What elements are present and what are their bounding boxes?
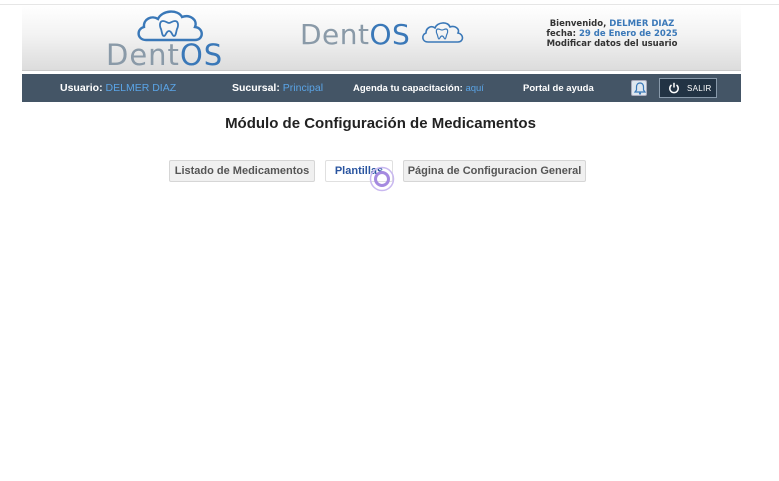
- date-line: fecha: 29 de Enero de 2025: [546, 29, 678, 39]
- branch-value: Principal: [282, 82, 324, 94]
- logout-label: SALIR: [687, 84, 712, 93]
- training-schedule: Agenda tu capacitación: aquí: [353, 83, 484, 94]
- brand-wordmark-left: DentOS: [106, 38, 224, 72]
- top-navbar: Usuario: DELMER DIAZ Sucursal: Principal…: [22, 74, 741, 102]
- logout-button[interactable]: SALIR: [659, 78, 717, 98]
- edit-user-link[interactable]: Modificar datos del usuario: [547, 39, 678, 49]
- cloud-tooth-icon: [422, 22, 464, 43]
- welcome-line: Bienvenido, DELMER DIAZ: [549, 19, 675, 29]
- training-link[interactable]: aquí: [465, 83, 484, 94]
- app-frame: DentOS DentOS Bienvenido, DELMER DIAZ fe…: [22, 5, 741, 102]
- user-value: DELMER DIAZ: [105, 82, 177, 94]
- click-indicator: [369, 166, 395, 192]
- brand-logo-center: DentOS: [300, 18, 490, 58]
- bell-icon: [634, 82, 646, 95]
- current-date: 29 de Enero de 2025: [578, 29, 678, 39]
- brand-logo-left[interactable]: DentOS: [106, 9, 236, 72]
- branch-info: Sucursal: Principal: [232, 82, 324, 94]
- tab-general-settings[interactable]: Página de Configuracion General: [403, 160, 586, 182]
- welcome-user-name: DELMER DIAZ: [609, 19, 675, 29]
- user-info: Usuario: DELMER DIAZ: [60, 82, 177, 94]
- notifications-button[interactable]: [631, 80, 647, 96]
- header-banner: DentOS DentOS Bienvenido, DELMER DIAZ fe…: [22, 5, 741, 72]
- welcome-block: Bienvenido, DELMER DIAZ fecha: 29 de Ene…: [502, 19, 722, 49]
- tab-medication-list[interactable]: Listado de Medicamentos: [169, 160, 315, 182]
- power-icon: [669, 82, 679, 94]
- page-title: Módulo de Configuración de Medicamentos: [225, 115, 536, 132]
- help-portal-link[interactable]: Portal de ayuda: [523, 83, 594, 94]
